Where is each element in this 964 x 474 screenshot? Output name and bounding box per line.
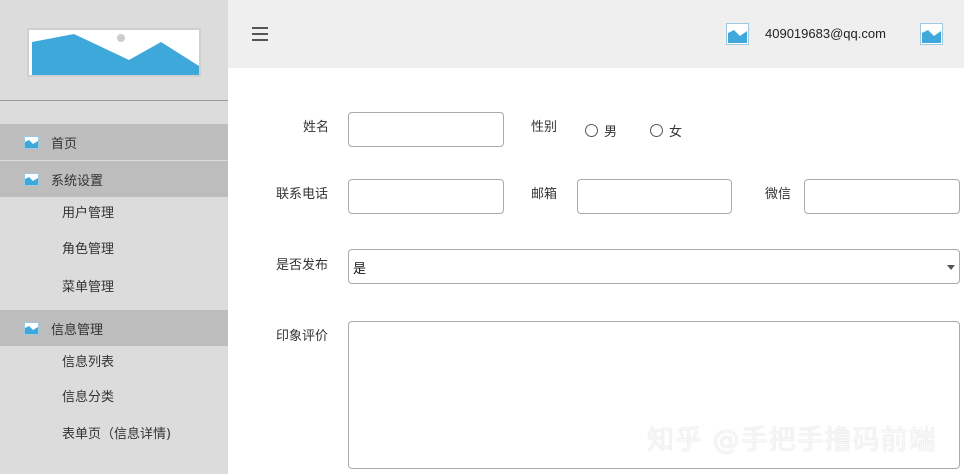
sidebar: 首页 系统设置 用户管理 角色管理 菜单管理 信息管理 信息列表 信息分类 表单…: [0, 0, 228, 474]
hamburger-menu-icon[interactable]: [252, 27, 268, 41]
publish-select[interactable]: 是: [348, 249, 960, 284]
user-email[interactable]: 409019683@qq.com: [765, 26, 886, 41]
chevron-down-icon[interactable]: [947, 265, 955, 270]
logo-image: [27, 28, 201, 77]
settings-image-icon[interactable]: [920, 23, 943, 45]
image-icon: [24, 321, 39, 335]
publish-select-value: 是: [353, 262, 367, 277]
image-icon: [24, 135, 39, 149]
sidebar-item-user-management[interactable]: 用户管理: [62, 204, 114, 224]
sidebar-item-role-management[interactable]: 角色管理: [62, 240, 114, 260]
impression-label: 印象评价: [276, 329, 329, 344]
wechat-input[interactable]: [804, 179, 960, 214]
radio-circle-icon[interactable]: [650, 124, 663, 137]
sidebar-item-label: 系统设置: [51, 173, 104, 189]
sidebar-item-info-list[interactable]: 信息列表: [62, 353, 114, 373]
gender-radio-female[interactable]: 女: [650, 121, 682, 140]
avatar-image-icon[interactable]: [726, 23, 749, 45]
email-input[interactable]: [577, 179, 732, 214]
email-label: 邮箱: [531, 187, 558, 202]
radio-circle-icon[interactable]: [585, 124, 598, 137]
publish-label: 是否发布: [276, 258, 329, 273]
sidebar-item-label: 信息管理: [51, 322, 104, 338]
sidebar-item-home[interactable]: 首页: [0, 124, 228, 160]
sidebar-item-info-management[interactable]: 信息管理: [0, 310, 228, 346]
image-icon: [24, 172, 39, 186]
wechat-label: 微信: [765, 187, 792, 202]
sidebar-item-form-page[interactable]: 表单页（信息详情): [62, 425, 171, 445]
gender-label: 性别: [531, 120, 558, 135]
gender-option-label: 男: [604, 125, 618, 140]
phone-label: 联系电话: [276, 187, 329, 202]
gender-option-label: 女: [669, 125, 683, 140]
sidebar-item-info-category[interactable]: 信息分类: [62, 388, 114, 408]
phone-input[interactable]: [348, 179, 504, 214]
sidebar-divider: [0, 100, 228, 101]
sidebar-item-menu-management[interactable]: 菜单管理: [62, 278, 114, 298]
sidebar-item-system-settings[interactable]: 系统设置: [0, 161, 228, 197]
sidebar-item-label: 首页: [51, 136, 78, 152]
gender-radio-male[interactable]: 男: [585, 121, 617, 140]
watermark: 知乎 @手把手撸码前端: [647, 425, 937, 456]
name-label: 姓名: [303, 120, 330, 135]
top-header: 409019683@qq.com: [228, 0, 964, 68]
name-input[interactable]: [348, 112, 504, 147]
